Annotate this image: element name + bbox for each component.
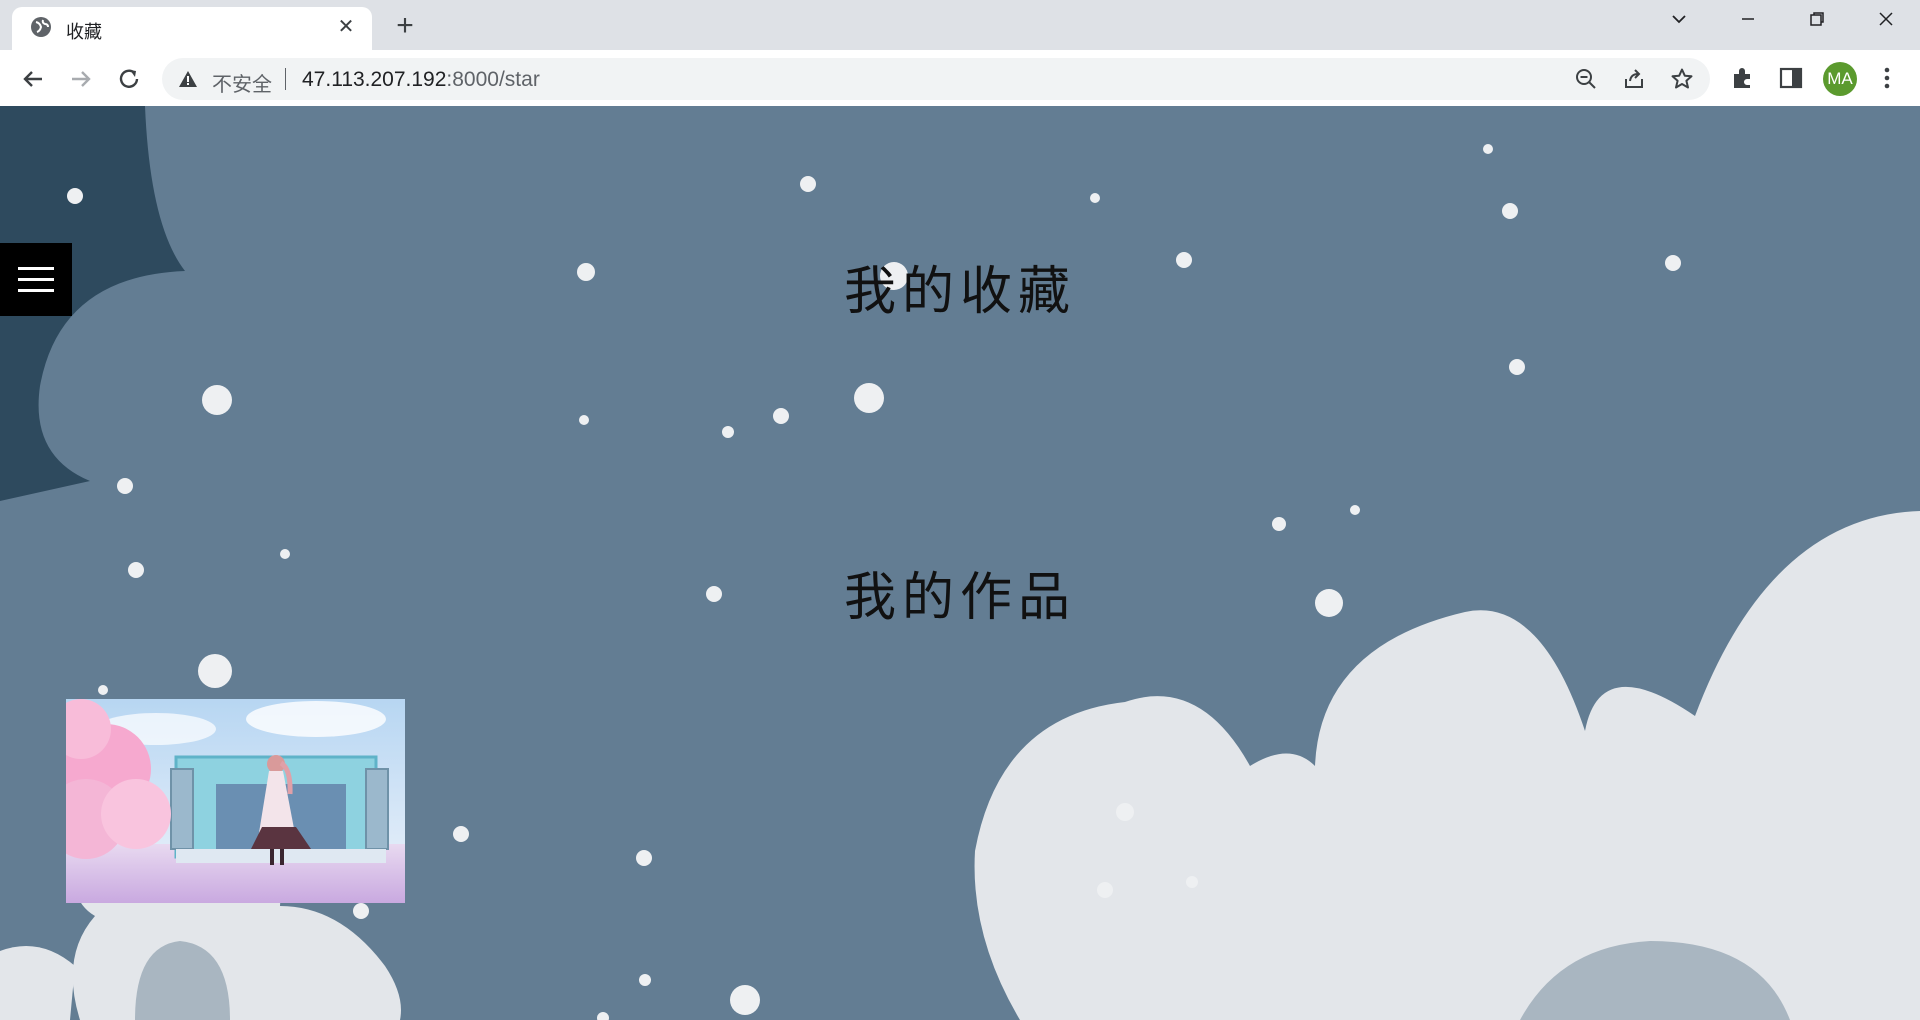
divider [285, 68, 286, 90]
browser-chrome: 收藏 ✕ + 不安全 47.113.207.192:8000/star MA [0, 0, 1920, 107]
url-text[interactable]: 47.113.207.192:8000/star [302, 68, 540, 92]
forward-arrow-icon[interactable] [66, 64, 96, 94]
favorites-heading: 我的收藏 [843, 262, 1076, 322]
artwork-thumbnail[interactable] [66, 699, 405, 903]
tab-title: 收藏 [66, 22, 102, 43]
url-path: :8000/star [446, 68, 540, 91]
share-icon[interactable] [1622, 67, 1646, 91]
zoom-out-icon[interactable] [1574, 67, 1598, 91]
globe-icon [31, 17, 51, 37]
close-tab-icon[interactable]: ✕ [334, 15, 358, 39]
profile-avatar[interactable]: MA [1823, 62, 1857, 96]
artwork-image [66, 699, 405, 903]
warning-icon[interactable] [178, 69, 198, 89]
more-menu-icon[interactable] [1874, 65, 1900, 91]
minimize-icon[interactable] [1728, 8, 1768, 38]
security-label[interactable]: 不安全 [212, 68, 272, 97]
address-bar[interactable]: 不安全 47.113.207.192:8000/star [162, 58, 1710, 100]
bookmark-star-icon[interactable] [1670, 67, 1694, 91]
tab-active[interactable]: 收藏 ✕ [12, 7, 372, 51]
works-heading: 我的作品 [843, 568, 1076, 628]
restore-icon[interactable] [1797, 8, 1837, 38]
extensions-puzzle-icon[interactable] [1730, 65, 1756, 91]
tab-strip: 收藏 ✕ + [0, 0, 1920, 51]
back-arrow-icon[interactable] [18, 64, 48, 94]
reload-icon[interactable] [114, 64, 144, 94]
new-tab-button[interactable]: + [390, 11, 420, 42]
side-panel-icon[interactable] [1778, 65, 1804, 91]
tab-search-icon[interactable] [1659, 8, 1699, 38]
url-host: 47.113.207.192 [302, 68, 447, 91]
close-window-icon[interactable] [1866, 8, 1906, 38]
page-content: 我的收藏 我的作品 [0, 106, 1920, 1020]
browser-toolbar: 不安全 47.113.207.192:8000/star MA [0, 50, 1920, 107]
